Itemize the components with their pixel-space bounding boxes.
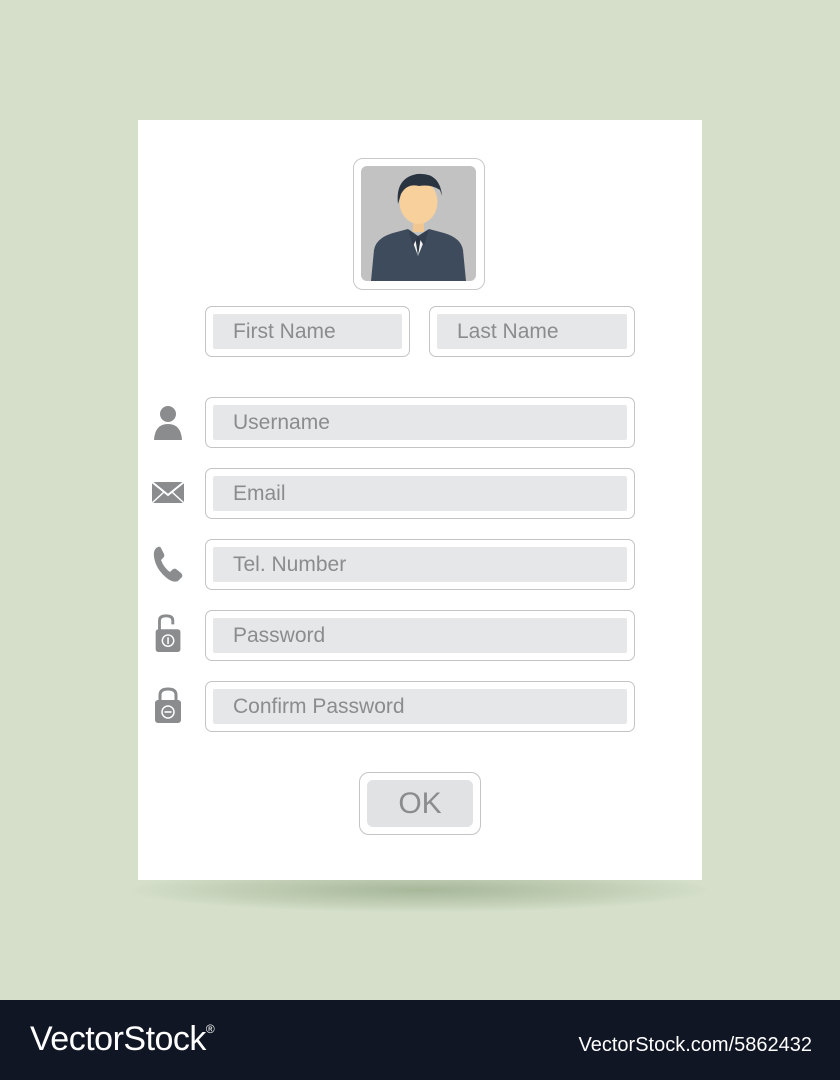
first-name-input[interactable]: First Name (213, 314, 402, 349)
phone-field[interactable]: Tel. Number (205, 539, 635, 590)
email-input[interactable]: Email (213, 476, 627, 511)
phone-input[interactable]: Tel. Number (213, 547, 627, 582)
username-field[interactable]: Username (205, 397, 635, 448)
first-name-field[interactable]: First Name (205, 306, 410, 357)
email-field[interactable]: Email (205, 468, 635, 519)
registration-card: First Name Last Name Username Email Tel.… (138, 120, 702, 880)
envelope-icon (151, 481, 185, 504)
watermark-logo: VectorStock® (30, 1020, 215, 1058)
watermark-id: VectorStock.com/5862432 (578, 1034, 812, 1056)
watermark-bar: VectorStock® VectorStock.com/5862432 (0, 1000, 840, 1080)
lock-icon (155, 687, 181, 723)
confirm-password-input[interactable]: Confirm Password (213, 689, 627, 724)
password-input[interactable]: Password (213, 618, 627, 653)
last-name-input[interactable]: Last Name (437, 314, 627, 349)
user-avatar-icon (361, 166, 476, 281)
last-name-field[interactable]: Last Name (429, 306, 635, 357)
avatar[interactable] (353, 158, 485, 290)
open-lock-icon (155, 614, 181, 653)
confirm-password-field[interactable]: Confirm Password (205, 681, 635, 732)
ok-button[interactable]: OK (359, 772, 481, 835)
phone-icon (153, 546, 183, 582)
password-field[interactable]: Password (205, 610, 635, 661)
ok-button-label: OK (367, 780, 473, 827)
username-input[interactable]: Username (213, 405, 627, 440)
user-icon (154, 406, 182, 440)
